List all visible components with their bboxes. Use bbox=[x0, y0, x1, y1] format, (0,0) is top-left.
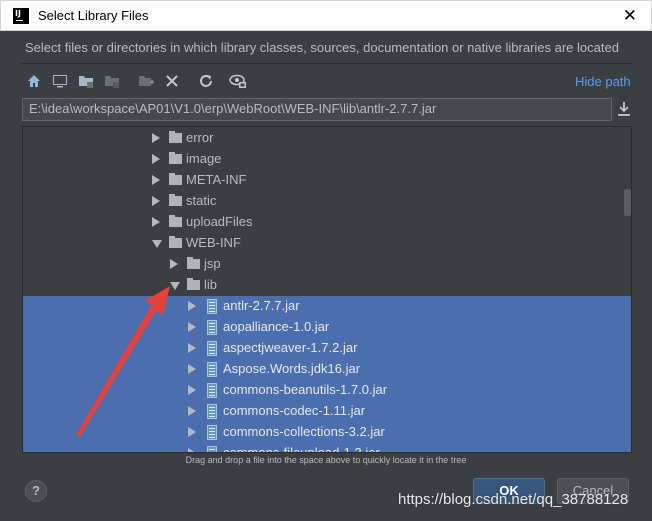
tree-item-label: aspectjweaver-1.7.2.jar bbox=[223, 340, 358, 355]
tree-item-jar[interactable]: aspectjweaver-1.7.2.jar bbox=[23, 338, 631, 359]
tree-item-jar[interactable]: commons-codec-1.11.jar bbox=[23, 401, 631, 422]
expand-down-icon[interactable] bbox=[152, 240, 162, 248]
tree-item-folder[interactable]: lib bbox=[23, 275, 631, 296]
tree-item-label: antlr-2.7.7.jar bbox=[223, 298, 300, 313]
jar-file-icon bbox=[207, 299, 217, 314]
tree-item-jar[interactable]: commons-fileupload-1.3.jar bbox=[23, 443, 631, 453]
expand-right-icon[interactable] bbox=[188, 343, 196, 353]
jar-file-icon bbox=[207, 362, 217, 377]
jar-file-icon bbox=[207, 341, 217, 356]
drag-drop-hint: Drag and drop a file into the space abov… bbox=[185, 455, 467, 465]
hide-path-link[interactable]: Hide path bbox=[575, 74, 631, 89]
tree-item-label: META-INF bbox=[186, 172, 247, 187]
expand-right-icon[interactable] bbox=[188, 385, 196, 395]
expand-right-icon[interactable] bbox=[152, 175, 160, 185]
tree-scrollbar[interactable] bbox=[623, 127, 631, 452]
tree-item-label: commons-collections-3.2.jar bbox=[223, 424, 385, 439]
path-input[interactable]: E:\idea\workspace\AP01\V1.0\erp\WebRoot\… bbox=[22, 98, 612, 121]
folder-icon bbox=[187, 257, 200, 269]
tree-item-jar[interactable]: antlr-2.7.7.jar bbox=[23, 296, 631, 317]
expand-right-icon[interactable] bbox=[188, 406, 196, 416]
expand-right-icon[interactable] bbox=[170, 259, 178, 269]
desktop-icon[interactable] bbox=[50, 71, 70, 91]
expand-right-icon[interactable] bbox=[188, 427, 196, 437]
new-folder-icon[interactable] bbox=[136, 71, 156, 91]
folder-icon bbox=[169, 215, 182, 227]
tree-item-label: WEB-INF bbox=[186, 235, 241, 250]
tree-item-label: jsp bbox=[204, 256, 221, 271]
close-icon[interactable]: ✕ bbox=[623, 6, 637, 26]
folder-icon bbox=[169, 152, 182, 164]
tree-item-label: aopalliance-1.0.jar bbox=[223, 319, 330, 334]
folder-icon bbox=[187, 278, 200, 290]
expand-right-icon[interactable] bbox=[188, 301, 196, 311]
dialog-description: Select files or directories in which lib… bbox=[25, 40, 619, 55]
folder-icon bbox=[169, 236, 182, 248]
expand-right-icon[interactable] bbox=[152, 154, 160, 164]
tree-item-jar[interactable]: commons-beanutils-1.7.0.jar bbox=[23, 380, 631, 401]
jar-file-icon bbox=[207, 320, 217, 335]
show-hidden-icon[interactable] bbox=[228, 71, 248, 91]
tree-item-label: commons-fileupload-1.3.jar bbox=[223, 445, 380, 453]
tree-item-folder[interactable]: error bbox=[23, 128, 631, 149]
window-title: Select Library Files bbox=[38, 8, 149, 23]
tree-item-label: lib bbox=[204, 277, 218, 292]
tree-item-label: Aspose.Words.jdk16.jar bbox=[223, 361, 361, 376]
title-bar: Select Library Files ✕ bbox=[0, 0, 652, 31]
tree-item-label: image bbox=[186, 151, 222, 166]
scroll-thumb[interactable] bbox=[624, 189, 631, 216]
tree-item-folder[interactable]: uploadFiles bbox=[23, 212, 631, 233]
home-icon[interactable] bbox=[24, 71, 44, 91]
tree-item-folder[interactable]: image bbox=[23, 149, 631, 170]
expand-right-icon[interactable] bbox=[152, 133, 160, 143]
tree-item-jar[interactable]: Aspose.Words.jdk16.jar bbox=[23, 359, 631, 380]
intellij-app-icon bbox=[13, 8, 29, 24]
tree-item-folder[interactable]: static bbox=[23, 191, 631, 212]
tree-item-label: uploadFiles bbox=[186, 214, 253, 229]
delete-icon[interactable] bbox=[162, 71, 182, 91]
expand-right-icon[interactable] bbox=[152, 217, 160, 227]
help-button[interactable]: ? bbox=[25, 480, 47, 502]
tree-item-folder[interactable]: WEB-INF bbox=[23, 233, 631, 254]
expand-right-icon[interactable] bbox=[188, 364, 196, 374]
expand-right-icon[interactable] bbox=[152, 196, 160, 206]
tree-item-jar[interactable]: aopalliance-1.0.jar bbox=[23, 317, 631, 338]
tree-item-label: commons-beanutils-1.7.0.jar bbox=[223, 382, 388, 397]
jar-file-icon bbox=[207, 404, 217, 419]
expand-down-icon[interactable] bbox=[170, 282, 180, 290]
tree-item-label: static bbox=[186, 193, 217, 208]
jar-file-icon bbox=[207, 446, 217, 452]
expand-right-icon[interactable] bbox=[188, 448, 196, 452]
folder-icon bbox=[169, 131, 182, 143]
tree-item-folder[interactable]: jsp bbox=[23, 254, 631, 275]
folder-icon bbox=[169, 194, 182, 206]
project-folder-icon[interactable] bbox=[76, 71, 96, 91]
tree-item-jar[interactable]: commons-collections-3.2.jar bbox=[23, 422, 631, 443]
divider bbox=[21, 63, 633, 64]
tree-item-label: error bbox=[186, 130, 214, 145]
file-tree[interactable]: commons-fileupload-1.3.jar commons-collec… bbox=[22, 126, 632, 453]
download-icon[interactable] bbox=[617, 100, 631, 118]
refresh-icon[interactable] bbox=[196, 71, 216, 91]
tree-item-folder[interactable]: META-INF bbox=[23, 170, 631, 191]
jar-file-icon bbox=[207, 383, 217, 398]
jar-file-icon bbox=[207, 425, 217, 440]
folder-icon bbox=[169, 173, 182, 185]
module-folder-icon[interactable] bbox=[102, 71, 122, 91]
tree-item-label: commons-codec-1.11.jar bbox=[223, 403, 366, 418]
expand-right-icon[interactable] bbox=[188, 322, 196, 332]
watermark-text: https://blog.csdn.net/qq_38788128 bbox=[398, 491, 629, 508]
